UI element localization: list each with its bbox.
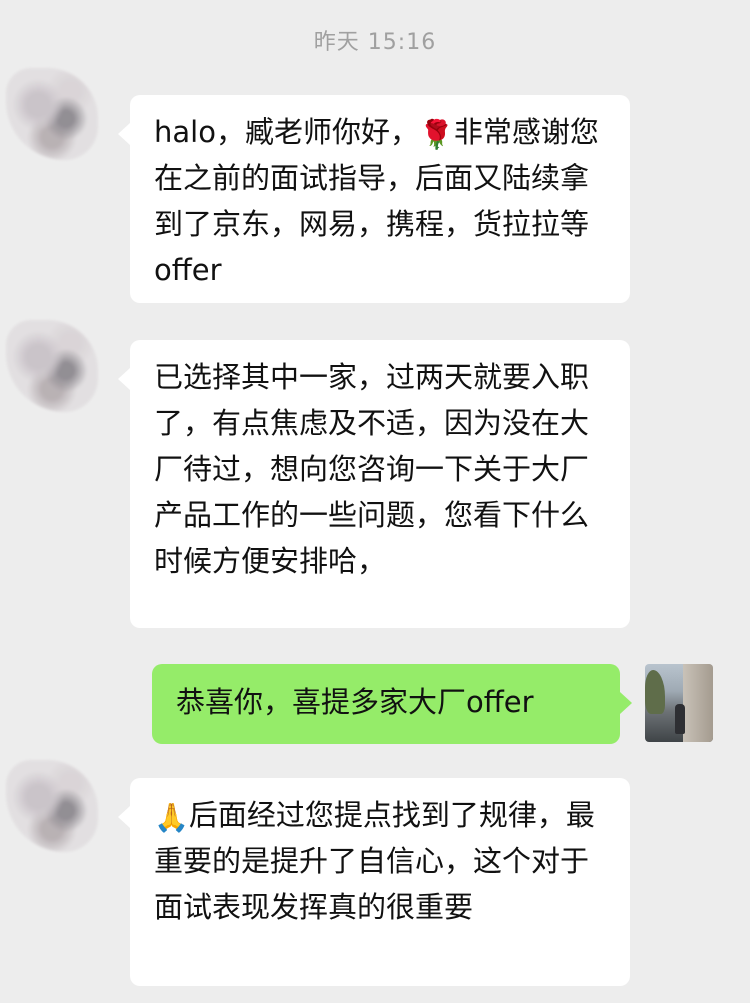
praise-icon: 🙏	[154, 801, 189, 834]
message-bubble-2[interactable]: 已选择其中一家，过两天就要入职了，有点焦虑及不适，因为没在大厂待过，想向您咨询一…	[118, 340, 630, 628]
message-bubble-1[interactable]: halo，臧老师你好，🌹非常感谢您在之前的面试指导，后面又陆续拿到了京东，网易，…	[118, 95, 630, 303]
avatar-photo-person	[675, 704, 685, 734]
avatar-self[interactable]	[645, 664, 713, 742]
message-text: 恭喜你，喜提多家大厂offer	[176, 685, 534, 719]
message-bubble-4[interactable]: 🙏后面经过您提点找到了规律，最重要的是提升了自信心，这个对于面试表现发挥真的很重…	[118, 778, 630, 986]
rose-icon: 🌹	[418, 118, 454, 151]
message-text: 已选择其中一家，过两天就要入职了，有点焦虑及不适，因为没在大厂待过，想向您咨询一…	[154, 360, 590, 578]
message-text: halo，臧老师你好，	[154, 115, 419, 149]
avatar-contact[interactable]	[6, 68, 98, 160]
avatar-photo-building	[683, 664, 713, 742]
avatar-contact[interactable]	[6, 320, 98, 412]
avatar-contact[interactable]	[6, 760, 98, 852]
timestamp: 昨天 15:16	[313, 30, 437, 55]
message-bubble-3[interactable]: 恭喜你，喜提多家大厂offer	[152, 664, 632, 744]
avatar-photo-tree	[645, 670, 665, 714]
message-text: 后面经过您提点找到了规律，最重要的是提升了自信心，这个对于面试表现发挥真的很重要	[154, 798, 595, 924]
